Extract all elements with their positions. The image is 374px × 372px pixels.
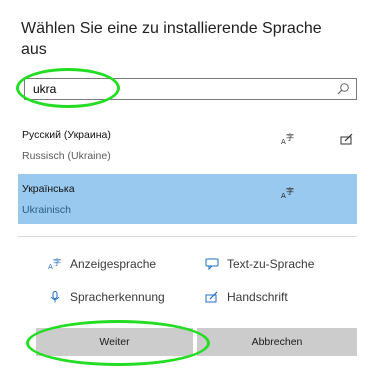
language-search-input[interactable]: ukra — [24, 78, 357, 100]
legend-display-language: A 字 Anzeigesprache — [48, 256, 156, 272]
legend-label: Text-zu-Sprache — [227, 257, 315, 271]
legend-label: Anzeigesprache — [70, 257, 157, 271]
language-localized-name: Ukrainisch — [22, 204, 72, 216]
handwriting-icon — [205, 291, 218, 303]
legend-handwriting: Handschrift — [205, 289, 288, 305]
text-to-speech-icon — [205, 258, 219, 270]
language-results-list: Русский (Украина) Russisch (Ukraine) A 字… — [18, 120, 357, 224]
divider — [18, 236, 357, 237]
search-value: ukra — [33, 82, 57, 96]
svg-text:字: 字 — [286, 187, 294, 196]
display-language-icon: A 字 — [48, 258, 61, 270]
handwriting-icon — [340, 133, 353, 145]
legend-label: Spracherkennung — [70, 290, 165, 304]
display-language-icon: A 字 — [281, 133, 294, 145]
svg-text:字: 字 — [286, 133, 294, 142]
legend-label: Handschrift — [227, 290, 288, 304]
language-native-name: Русский (Украина) — [22, 129, 111, 141]
cancel-button[interactable]: Abbrechen — [197, 328, 357, 356]
display-language-icon: A 字 — [281, 187, 294, 199]
dialog-title: Wählen Sie eine zu installierende Sprach… — [21, 20, 322, 58]
microphone-icon — [50, 291, 60, 303]
language-localized-name: Russisch (Ukraine) — [22, 150, 111, 162]
language-native-name: Українська — [22, 183, 75, 195]
list-item-russian-ukraine[interactable]: Русский (Украина) Russisch (Ukraine) A 字 — [18, 120, 357, 170]
svg-text:字: 字 — [53, 258, 61, 267]
next-button[interactable]: Weiter — [36, 328, 193, 356]
list-item-ukrainian[interactable]: Українська Ukrainisch A 字 — [18, 174, 357, 224]
search-icon[interactable] — [336, 82, 350, 96]
legend-text-to-speech: Text-zu-Sprache — [205, 256, 314, 272]
legend-speech-recognition: Spracherkennung — [48, 289, 165, 305]
